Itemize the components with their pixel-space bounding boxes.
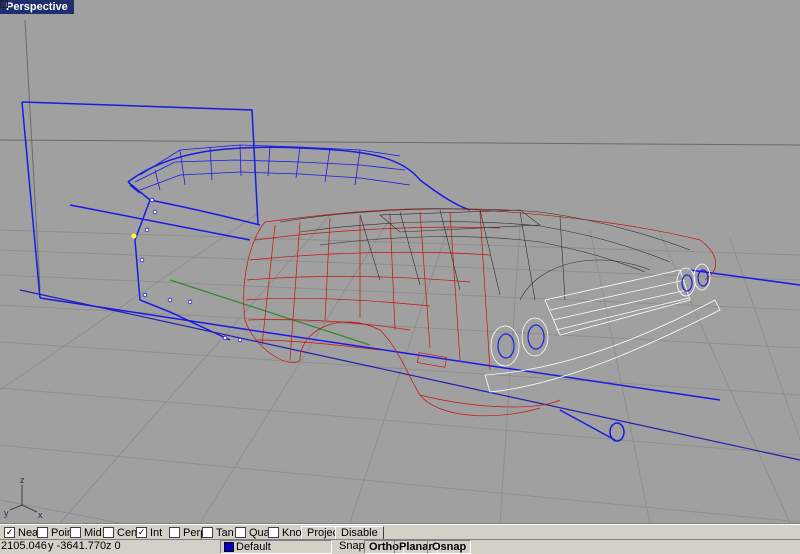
- osnap-cen-label: Cen: [117, 527, 138, 539]
- blueprint-frame: [21, 101, 800, 442]
- layer-name: Default: [236, 541, 271, 553]
- axis-z-label: z: [20, 475, 25, 485]
- coord-z: z 0: [106, 540, 121, 552]
- osnap-knot-checkbox[interactable]: Knot: [268, 526, 305, 539]
- axis-y-label: y: [4, 508, 9, 518]
- car-side-profile: [127, 146, 471, 341]
- coord-y: y -3641.770: [48, 540, 107, 552]
- osnap-mid-checkbox[interactable]: Mid: [70, 526, 102, 539]
- osnap-int-checkbox[interactable]: ✓ Int: [136, 526, 163, 539]
- checkbox-near[interactable]: ✓: [4, 526, 15, 538]
- layer-color-swatch: [224, 542, 234, 553]
- world-axes: [19, 279, 800, 461]
- headlight-rings: [497, 269, 709, 359]
- osnap-int-label: Int: [150, 527, 163, 539]
- status-bar: 2105.046 y -3641.770 z 0 Default Snap Or…: [0, 539, 800, 554]
- checkbox-cen[interactable]: [103, 526, 114, 538]
- coord-x: 2105.046: [1, 540, 47, 552]
- viewport-title-tab[interactable]: Perspective: [0, 0, 74, 14]
- maximize-viewport-icon[interactable]: [0, 0, 8, 8]
- osnap-perp-checkbox[interactable]: Perp: [169, 526, 206, 539]
- checkbox-knot[interactable]: [268, 526, 279, 538]
- checkbox-int[interactable]: ✓: [136, 526, 147, 538]
- perspective-viewport[interactable]: z x y Perspective: [0, 0, 800, 524]
- osnap-mid-label: Mid: [84, 527, 102, 539]
- viewport-canvas[interactable]: z x y: [0, 0, 800, 523]
- grid-axis-lines: [0, 19, 800, 291]
- checkbox-mid[interactable]: [70, 526, 81, 538]
- checkbox-quad[interactable]: [235, 526, 246, 538]
- selection-point: [131, 233, 137, 239]
- checkbox-point[interactable]: [37, 526, 48, 538]
- car-front-grille: [484, 263, 721, 393]
- checkbox-tan[interactable]: [202, 526, 213, 538]
- osnap-tan-checkbox[interactable]: Tan: [202, 526, 234, 539]
- disable-button[interactable]: Disable: [335, 526, 384, 540]
- axis-x-label: x: [38, 510, 43, 520]
- car-roof-mesh: [134, 144, 411, 191]
- axis-icon: [9, 485, 38, 513]
- osnap-cen-checkbox[interactable]: Cen: [103, 526, 138, 539]
- osnap-tan-label: Tan: [216, 527, 234, 539]
- checkbox-perp[interactable]: [169, 526, 180, 538]
- osnap-toolbar: ✓ Near Point Mid Cen ✓ Int Perp Tan Quad K…: [0, 524, 800, 540]
- construction-grid: [0, 211, 800, 523]
